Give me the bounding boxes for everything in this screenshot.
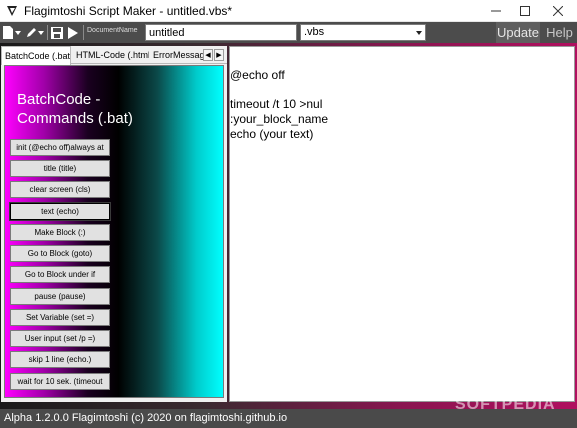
panel-title-line1: BatchCode - xyxy=(17,91,101,108)
document-name-input[interactable] xyxy=(145,24,297,41)
toolbar-separator xyxy=(47,25,48,40)
command-button-make-block[interactable]: Make Block (:) xyxy=(10,224,110,241)
chevron-down-icon xyxy=(416,31,422,35)
help-button[interactable]: Help xyxy=(542,22,577,43)
command-button-skip-line[interactable]: skip 1 line (echo.) xyxy=(10,351,110,368)
toolbar: DocumentName .vbs xyxy=(0,22,577,43)
extension-select-value: .vbs xyxy=(304,26,325,38)
document-name-label: DocumentName xyxy=(87,27,138,34)
window-title: Flagimtoshi Script Maker - untitled.vbs* xyxy=(24,4,233,18)
pen-dropdown-icon[interactable] xyxy=(37,25,45,40)
save-icon[interactable] xyxy=(50,25,63,40)
code-line: echo (your text) xyxy=(230,127,314,141)
code-line: timeout /t 10 >nul xyxy=(230,97,323,111)
chevron-left-icon[interactable]: ◀ xyxy=(203,49,213,61)
close-icon[interactable] xyxy=(539,0,577,22)
command-button-init[interactable]: init (@echo off)always at xyxy=(10,139,110,156)
title-bar: Flagimtoshi Script Maker - untitled.vbs* xyxy=(0,0,577,22)
code-line: :your_block_name xyxy=(230,112,329,126)
command-button-goto[interactable]: Go to Block (goto) xyxy=(10,245,110,262)
tab-htmlcode[interactable]: HTML-Code (.html) xyxy=(73,48,149,64)
command-button-goto-if[interactable]: Go to Block under if xyxy=(10,266,110,283)
new-file-dropdown-icon[interactable] xyxy=(14,25,22,40)
tab-strip: BatchCode (.bat) HTML-Code (.html) Error… xyxy=(1,46,227,65)
command-button-echo[interactable]: text (echo) xyxy=(9,202,111,221)
panel-title: BatchCode - Commands (.bat) xyxy=(17,90,167,128)
command-button-cls[interactable]: clear screen (cls) xyxy=(10,181,110,198)
panel-title-line2: Commands (.bat) xyxy=(17,110,133,127)
command-button-pause[interactable]: pause (pause) xyxy=(10,288,110,305)
update-button[interactable]: Update xyxy=(496,22,540,43)
command-button-title[interactable]: title (title) xyxy=(10,160,110,177)
command-button-timeout[interactable]: wait for 10 sek. (timeout xyxy=(10,373,110,390)
watermark: SOFTPEDIA xyxy=(455,396,556,413)
new-file-icon[interactable] xyxy=(2,25,14,40)
command-button-set-variable[interactable]: Set Variable (set =) xyxy=(10,309,110,326)
app-icon xyxy=(5,4,19,18)
tab-batchcode[interactable]: BatchCode (.bat) xyxy=(1,46,71,65)
toolbar-separator xyxy=(83,25,84,40)
extension-select[interactable]: .vbs xyxy=(300,24,426,41)
status-text: Alpha 1.2.0.0 Flagimtoshi (c) 2020 on fl… xyxy=(4,412,288,424)
pen-icon[interactable] xyxy=(25,25,37,40)
chevron-right-icon[interactable]: ▶ xyxy=(214,49,224,61)
command-button-user-input[interactable]: User input (set /p =) xyxy=(10,330,110,347)
play-icon[interactable] xyxy=(67,25,79,40)
code-line: @echo off xyxy=(230,68,285,82)
tab-errormessage[interactable]: ErrorMessage xyxy=(150,48,205,64)
